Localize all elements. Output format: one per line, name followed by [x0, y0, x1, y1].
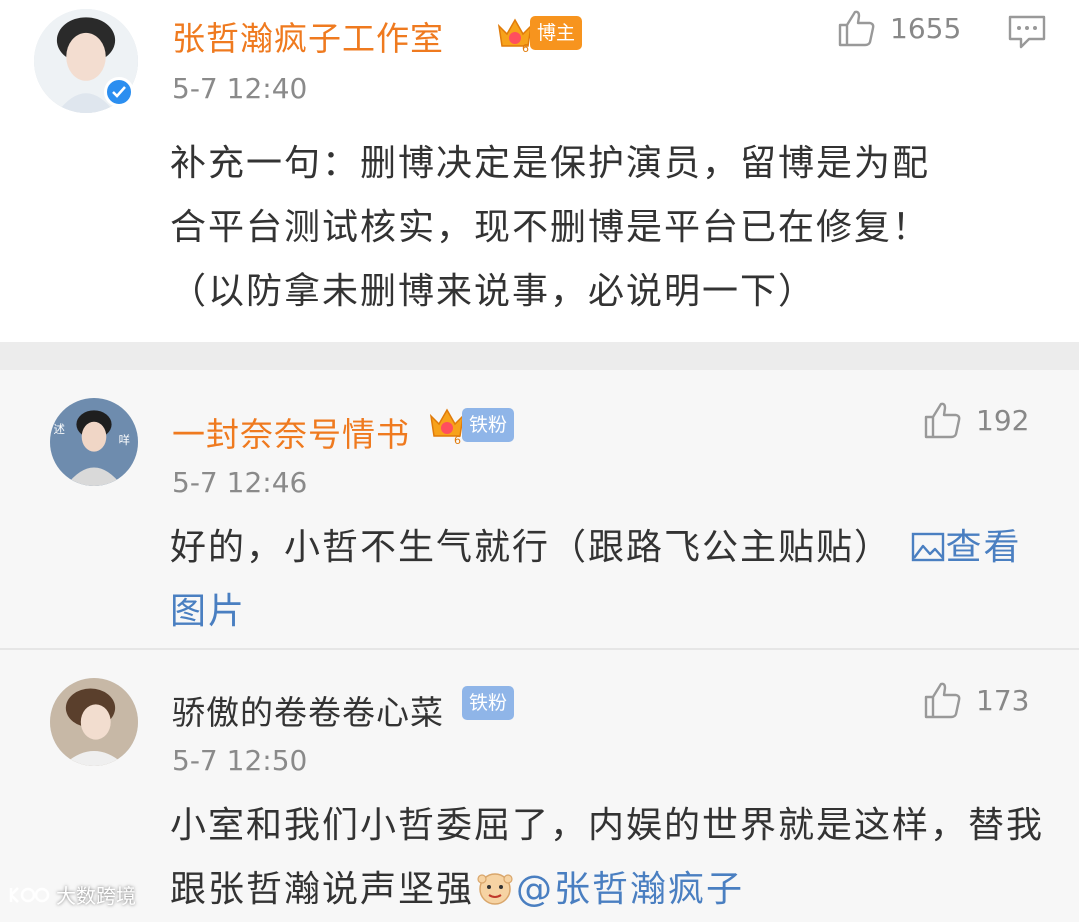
reply-text-line: 跟张哲瀚说声坚强: [170, 869, 475, 910]
crown-icon: 6: [497, 18, 533, 54]
view-image-text[interactable]: 查看: [945, 527, 1021, 568]
comment-icon[interactable]: [1007, 14, 1047, 50]
thumbs-up-icon: [924, 682, 961, 719]
like-button[interactable]: 192: [922, 400, 1029, 440]
svg-text:6: 6: [454, 434, 461, 446]
fan-badge: 铁粉: [462, 686, 515, 720]
reply-text: 好的，小哲不生气就行（跟路飞公主贴贴） 查看 图片: [170, 516, 1050, 644]
thumbs-up-icon: [838, 10, 875, 47]
like-button[interactable]: 1655: [836, 8, 961, 48]
author-badge: 博主: [530, 16, 583, 50]
post-text-line: 合平台测试核实，现不删博是平台已在修复！: [170, 207, 931, 248]
svg-text:咩: 咩: [119, 433, 130, 447]
watermark-text: 大数跨境: [56, 884, 136, 908]
reply-time: 5-7 12:46: [172, 466, 308, 499]
thumbs-up-icon: [924, 402, 961, 439]
strong-emoji-icon: [477, 873, 513, 905]
svg-text:6: 6: [522, 42, 529, 54]
reply-author-name[interactable]: 一封奈奈号情书: [172, 408, 410, 456]
watermark: 大数跨境: [8, 880, 136, 909]
mention-link[interactable]: @张哲瀚疯子: [516, 869, 744, 910]
main-post: 张哲瀚疯子工作室 6 博主 5-7 12:40 1655 补充一句：删博决定是保…: [0, 0, 1079, 342]
post-author-name[interactable]: 张哲瀚疯子工作室: [172, 12, 444, 60]
reply-item: 述 咩 一封奈奈号情书 6 铁粉 5-7 12:46 192 好的，小哲不生气就…: [0, 370, 1079, 648]
like-button[interactable]: 173: [922, 680, 1029, 720]
avatar[interactable]: [50, 678, 138, 766]
post-text-line: （以防拿未删博来说事，必说明一下）: [170, 271, 817, 312]
reply-author-name[interactable]: 骄傲的卷卷卷心菜: [172, 686, 444, 734]
reply-text-line: 小室和我们小哲委屈了，内娱的世界就是这样，替我: [170, 805, 1045, 846]
post-time: 5-7 12:40: [172, 72, 308, 105]
post-text-line: 补充一句：删博决定是保护演员，留博是为配: [170, 143, 931, 184]
watermark-logo-icon: [9, 886, 50, 903]
crown-icon: 6: [429, 408, 465, 446]
verified-icon: [104, 77, 134, 107]
post-text: 补充一句：删博决定是保护演员，留博是为配 合平台测试核实，现不删博是平台已在修复…: [170, 132, 1050, 324]
like-count: 192: [976, 403, 1030, 437]
reply-item: 骄傲的卷卷卷心菜 铁粉 5-7 12:50 173 小室和我们小哲委屈了，内娱的…: [0, 650, 1079, 915]
reply-text-line: 好的，小哲不生气就行（跟路飞公主贴贴）: [170, 527, 893, 568]
fan-badge: 铁粉: [462, 408, 515, 442]
avatar[interactable]: 述 咩: [50, 398, 138, 486]
section-divider: [0, 342, 1079, 370]
reply-time: 5-7 12:50: [172, 744, 308, 777]
svg-text:述: 述: [54, 422, 65, 436]
reply-text: 小室和我们小哲委屈了，内娱的世界就是这样，替我 跟张哲瀚说声坚强 @张哲瀚疯子: [170, 794, 1050, 922]
like-count: 1655: [890, 11, 962, 45]
view-image-link[interactable]: 查看: [905, 527, 1021, 568]
image-icon: [912, 532, 945, 562]
like-count: 173: [976, 683, 1030, 717]
view-image-link-cont[interactable]: 图片: [170, 580, 1050, 644]
